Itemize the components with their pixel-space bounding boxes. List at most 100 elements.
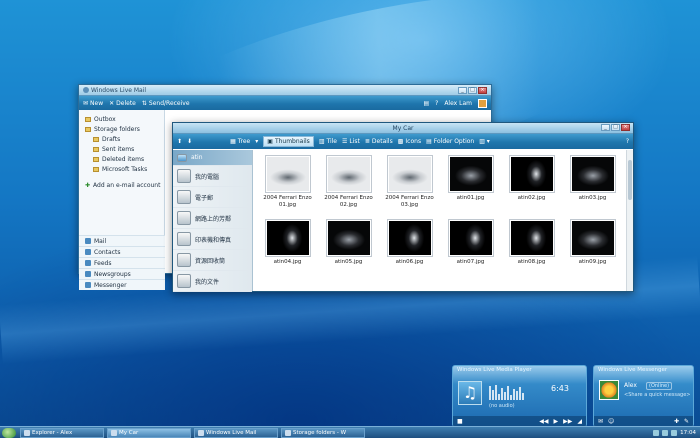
tree-icon: ▦ [230, 138, 236, 145]
vertical-scrollbar[interactable] [626, 150, 633, 291]
sidebar-item[interactable]: 我的文件 [173, 271, 252, 292]
play-icon[interactable]: ▶ [554, 418, 559, 425]
music-note-icon: ♫ [458, 381, 482, 405]
previous-icon[interactable]: ◀◀ [539, 418, 548, 425]
mail-icon[interactable]: ✉ [598, 418, 603, 425]
file-thumbnail[interactable]: atin07.jpg [440, 219, 501, 283]
taskbar-button[interactable]: Explorer - Alex [20, 427, 104, 438]
folder-item[interactable]: Drafts [79, 134, 164, 144]
tray-network-icon[interactable] [653, 429, 660, 436]
user-avatar[interactable] [478, 98, 487, 108]
sidebar-item[interactable]: 電子郵 [173, 187, 252, 208]
folder-option-button[interactable]: ▤ Folder Option [426, 138, 474, 145]
sidebar-item[interactable]: 網路上的芳鄰 [173, 208, 252, 229]
media-player-gadget[interactable]: Windows Live Media Player ♫ 6:43 (no aud… [452, 365, 587, 427]
newsgroups-icon [85, 271, 91, 277]
next-icon[interactable]: ▶▶ [563, 418, 572, 425]
messenger-gadget[interactable]: Windows Live Messenger Alex (Online) <Sh… [593, 365, 694, 427]
sidebar-item[interactable]: 印表機和傳真 [173, 229, 252, 250]
file-name: atin01.jpg [456, 195, 485, 201]
taskbar-button[interactable]: My Car [107, 427, 191, 438]
taskbar: Explorer - Alex My Car Windows Live Mail St… [0, 426, 700, 438]
close-button[interactable]: × [478, 86, 487, 94]
forward-arrow-icon: ⬇ [187, 138, 193, 145]
help-icon[interactable]: ? [435, 100, 438, 107]
add-contact-icon[interactable]: ✚ [674, 418, 679, 425]
folder-item[interactable]: Storage folders [79, 124, 164, 134]
file-thumbnail[interactable]: atin03.jpg [562, 155, 623, 219]
file-thumbnail[interactable]: 2004 Ferrari Enzo 02.jpg [318, 155, 379, 219]
contacts-icon[interactable]: ☺ [608, 418, 614, 425]
folder-item[interactable]: Sent items [79, 144, 164, 154]
menu-icon[interactable]: ▤ [423, 100, 429, 107]
folder-item[interactable]: Outbox [79, 114, 164, 124]
tray-volume-icon[interactable] [662, 429, 669, 436]
status-dropdown[interactable]: (Online) [646, 382, 673, 390]
view-icon[interactable]: ▾ [255, 138, 258, 145]
file-thumbnail[interactable]: atin06.jpg [379, 219, 440, 283]
maximize-button[interactable]: □ [611, 124, 620, 131]
tile-view-button[interactable]: ▥ Tile [319, 138, 337, 145]
new-button[interactable]: ✉ New [83, 100, 103, 107]
sidebar-item[interactable]: 我的電腦 [173, 166, 252, 187]
list-view-button[interactable]: ☰ List [342, 138, 360, 145]
start-button[interactable] [2, 428, 16, 438]
file-thumbnail[interactable]: atin05.jpg [318, 219, 379, 283]
folder-icon [93, 166, 99, 172]
sidebar-item[interactable]: 資源回收筒 [173, 250, 252, 271]
help-icon[interactable]: ? [626, 138, 629, 145]
window-icon [111, 429, 117, 436]
nav-item-contacts[interactable]: Contacts [79, 246, 165, 257]
tray-messenger-icon[interactable] [671, 429, 678, 436]
sidebar-item[interactable]: atin [173, 150, 252, 166]
explorer-window[interactable]: My Car _ □ × ⬆ ⬇ ▦ Tree ▾ ▣ Thumbnails ▥ Ti… [172, 122, 634, 292]
send-receive-button[interactable]: ⇅ Send/Receive [142, 100, 190, 107]
folder-label: Storage folders [94, 125, 140, 133]
taskbar-button[interactable]: Storage folders - W [281, 427, 365, 438]
folder-item[interactable]: Microsoft Tasks [79, 164, 164, 174]
nav-item-mail[interactable]: Mail [79, 235, 165, 246]
edit-icon[interactable]: ✎ [684, 418, 689, 425]
clock[interactable]: 17:04 [680, 430, 696, 436]
user-name[interactable]: Alex Lam [444, 100, 472, 107]
file-thumbnail[interactable]: atin01.jpg [440, 155, 501, 219]
file-name: 2004 Ferrari Enzo 02.jpg [324, 195, 373, 208]
file-thumbnail[interactable]: atin02.jpg [501, 155, 562, 219]
file-thumbnail[interactable]: atin08.jpg [501, 219, 562, 283]
volume-icon[interactable]: ◢ [577, 418, 582, 425]
icons-view-button[interactable]: ▩ Icons [398, 138, 421, 145]
nav-item-feeds[interactable]: Feeds [79, 257, 165, 268]
minimize-button[interactable]: _ [601, 124, 610, 131]
maximize-button[interactable]: □ [468, 86, 477, 94]
taskbar-label: Windows Live Mail [206, 429, 257, 436]
file-thumbnail[interactable]: 2004 Ferrari Enzo 03.jpg [379, 155, 440, 219]
minimize-button[interactable]: _ [458, 86, 467, 94]
file-thumbnail[interactable]: atin09.jpg [562, 219, 623, 283]
scrollbar-thumb[interactable] [628, 160, 632, 200]
personal-message[interactable]: <Share a quick message> [624, 392, 691, 398]
add-account-link[interactable]: ✚ Add an e-mail account [79, 180, 164, 190]
avatar[interactable] [599, 380, 619, 400]
mail-titlebar[interactable]: Windows Live Mail _ □ × [79, 85, 491, 96]
thumbnails-view-button[interactable]: ▣ Thumbnails [263, 136, 314, 147]
folder-item[interactable]: Deleted items [79, 154, 164, 164]
explorer-titlebar[interactable]: My Car _ □ × [173, 123, 633, 134]
location-icon [177, 211, 191, 225]
forward-button[interactable]: ⬇ [187, 138, 192, 145]
window-icon [24, 429, 30, 436]
details-view-button[interactable]: ≣ Details [365, 138, 393, 145]
delete-button[interactable]: ✕ Delete [109, 100, 136, 107]
file-thumbnail[interactable]: 2004 Ferrari Enzo 01.jpg [257, 155, 318, 219]
tree-button[interactable]: ▦ Tree [230, 138, 250, 145]
player-controls: ■ ◀◀ ▶ ▶▶ ◢ [453, 416, 586, 426]
nav-label: Contacts [94, 248, 121, 256]
car-image [449, 221, 492, 255]
nav-item-newsgroups[interactable]: Newsgroups [79, 268, 165, 279]
back-button[interactable]: ⬆ [177, 138, 182, 145]
taskbar-button[interactable]: Windows Live Mail [194, 427, 278, 438]
stop-icon[interactable]: ■ [457, 418, 463, 425]
file-thumbnail[interactable]: atin04.jpg [257, 219, 318, 283]
close-button[interactable]: × [621, 124, 630, 131]
layout-menu-button[interactable]: ▥ ▾ [479, 138, 490, 145]
nav-item-messenger[interactable]: Messenger [79, 279, 165, 290]
